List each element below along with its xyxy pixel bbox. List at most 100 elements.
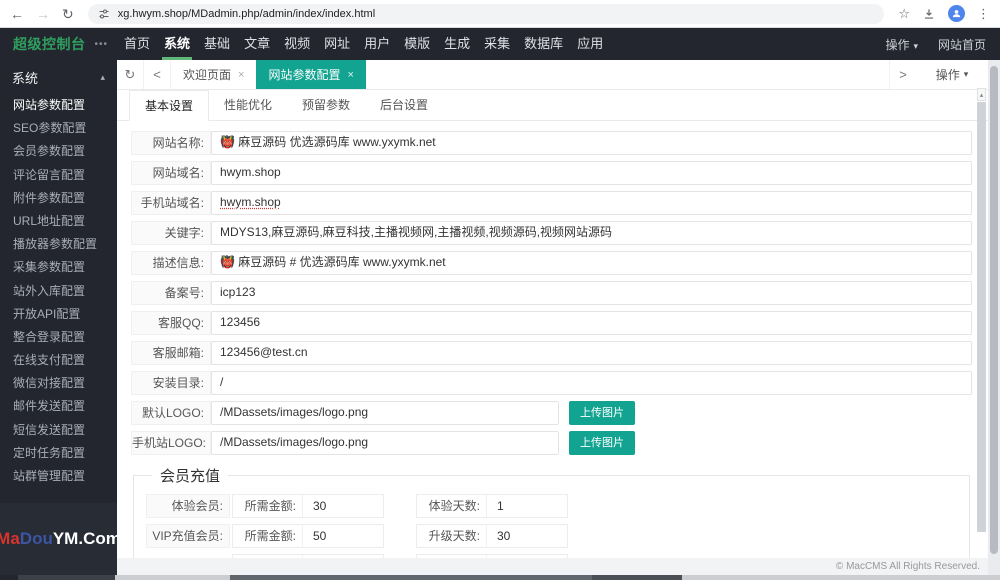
nav-item-website[interactable]: 网址 bbox=[317, 28, 357, 60]
description-input[interactable]: 👹 麻豆源码 # 优选源码库 www.yxymk.net bbox=[211, 251, 972, 275]
subtab-backend-settings[interactable]: 后台设置 bbox=[365, 90, 443, 120]
mobile-logo-input[interactable]: /MDassets/images/logo.png bbox=[211, 431, 559, 455]
icp-number-input[interactable]: icp123 bbox=[211, 281, 972, 305]
days-input[interactable]: 1 bbox=[487, 495, 567, 517]
amount-field: 所需金额: 30 bbox=[232, 494, 384, 518]
scroll-up-icon[interactable]: ▴ bbox=[977, 88, 986, 101]
sidebar-item-open-api-config[interactable]: 开放API配置 bbox=[0, 303, 117, 326]
download-icon[interactable] bbox=[922, 7, 936, 21]
amount-input[interactable]: 50 bbox=[303, 525, 383, 547]
sidebar-item-seo-params[interactable]: SEO参数配置 bbox=[0, 117, 117, 140]
nav-item-generate[interactable]: 生成 bbox=[437, 28, 477, 60]
nav-item-system[interactable]: 系统 bbox=[157, 28, 197, 60]
scrollbar-thumb[interactable] bbox=[18, 575, 115, 580]
sidebar-item-wechat-config[interactable]: 微信对接配置 bbox=[0, 372, 117, 395]
chevron-right-icon[interactable]: > bbox=[889, 60, 916, 89]
nav-item-database[interactable]: 数据库 bbox=[517, 28, 570, 60]
scrollbar-thumb[interactable] bbox=[990, 66, 998, 554]
close-icon[interactable]: × bbox=[347, 69, 353, 81]
form-row: 描述信息: 👹 麻豆源码 # 优选源码库 www.yxymk.net bbox=[131, 251, 972, 275]
sidebar-item-email-config[interactable]: 邮件发送配置 bbox=[0, 395, 117, 418]
nav-item-app[interactable]: 应用 bbox=[570, 28, 610, 60]
browser-menu-icon[interactable]: ⋮ bbox=[977, 7, 990, 20]
install-dir-input[interactable]: / bbox=[211, 371, 972, 395]
nav-item-video[interactable]: 视频 bbox=[277, 28, 317, 60]
sidebar-group-label: 系统 bbox=[12, 70, 39, 86]
tab-strip: ↻ < 欢迎页面 × 网站参数配置 × > 操作 ▾ bbox=[117, 60, 988, 90]
sidebar-menu: 网站参数配置 SEO参数配置 会员参数配置 评论留言配置 附件参数配置 URL地… bbox=[0, 94, 117, 488]
tab-site-params[interactable]: 网站参数配置 × bbox=[256, 60, 366, 89]
profile-avatar-icon[interactable] bbox=[948, 5, 965, 22]
field-label: 客服QQ: bbox=[131, 311, 211, 335]
sidebar-item-payment-config[interactable]: 在线支付配置 bbox=[0, 349, 117, 372]
sidebar-item-member-params[interactable]: 会员参数配置 bbox=[0, 140, 117, 163]
nav-item-home[interactable]: 首页 bbox=[117, 28, 157, 60]
form-row: 备案号: icp123 bbox=[131, 281, 972, 305]
header-action-dropdown[interactable]: 操作 ▾ bbox=[885, 36, 918, 53]
nav-item-basic[interactable]: 基础 bbox=[197, 28, 237, 60]
mobile-domain-value: hwym.shop bbox=[220, 195, 281, 209]
subtab-reserved-params[interactable]: 预留参数 bbox=[287, 90, 365, 120]
sidebar-item-player-config[interactable]: 播放器参数配置 bbox=[0, 233, 117, 256]
refresh-tab-icon[interactable]: ↻ bbox=[117, 60, 144, 89]
nav-item-article[interactable]: 文章 bbox=[237, 28, 277, 60]
browser-scrollbar[interactable] bbox=[988, 60, 1000, 575]
logo-part-red: Ma bbox=[0, 529, 20, 548]
sidebar-item-sitegroup-config[interactable]: 站群管理配置 bbox=[0, 465, 117, 488]
chevron-left-icon[interactable]: < bbox=[144, 60, 171, 89]
service-email-input[interactable]: 123456@test.cn bbox=[211, 341, 972, 365]
close-icon[interactable]: × bbox=[238, 69, 244, 81]
site-home-link[interactable]: 网站首页 bbox=[938, 36, 986, 53]
subtab-basic-settings[interactable]: 基本设置 bbox=[129, 90, 210, 121]
site-info-icon[interactable] bbox=[98, 8, 110, 20]
amount-field: 所需金额: 50 bbox=[232, 524, 384, 548]
sidebar-item-external-store-config[interactable]: 站外入库配置 bbox=[0, 280, 117, 303]
sidebar-item-url-config[interactable]: URL地址配置 bbox=[0, 210, 117, 233]
bookmark-star-icon[interactable]: ☆ bbox=[898, 7, 910, 20]
sidebar-item-oauth-config[interactable]: 整合登录配置 bbox=[0, 326, 117, 349]
content-scrollbar[interactable]: ▴ bbox=[977, 88, 986, 532]
sidebar-item-cron-config[interactable]: 定时任务配置 bbox=[0, 442, 117, 465]
caret-up-icon: ▴ bbox=[100, 71, 105, 82]
tab-welcome[interactable]: 欢迎页面 × bbox=[171, 60, 256, 89]
back-icon[interactable]: ← bbox=[10, 7, 24, 21]
admin-header: 超级控制台 ••• 首页 系统 基础 文章 视频 网址 用户 模版 生成 采集 … bbox=[0, 28, 1000, 60]
site-name-input[interactable]: 👹 麻豆源码 优选源码库 www.yxymk.net bbox=[211, 131, 972, 155]
sidebar-group-system[interactable]: 系统 ▴ bbox=[0, 60, 117, 94]
service-qq-input[interactable]: 123456 bbox=[211, 311, 972, 335]
form-row: 客服邮箱: 123456@test.cn bbox=[131, 341, 972, 365]
field-label: 客服邮箱: bbox=[131, 341, 211, 365]
console-brand[interactable]: 超级控制台 bbox=[0, 34, 95, 54]
reload-icon[interactable]: ↻ bbox=[62, 7, 74, 21]
days-input[interactable]: 30 bbox=[487, 525, 567, 547]
default-logo-input[interactable]: /MDassets/images/logo.png bbox=[211, 401, 559, 425]
scrollbar-thumb[interactable] bbox=[592, 575, 682, 580]
keywords-input[interactable]: MDYS13,麻豆源码,麻豆科技,主播视频网,主播视频,视频源码,视频网站源码 bbox=[211, 221, 972, 245]
horizontal-scrollbar[interactable] bbox=[0, 575, 1000, 580]
nav-item-user[interactable]: 用户 bbox=[357, 28, 397, 60]
nav-item-collect[interactable]: 采集 bbox=[477, 28, 517, 60]
tab-action-dropdown[interactable]: 操作 ▾ bbox=[916, 60, 988, 89]
madou-logo: Ma Dou YM.Com bbox=[0, 503, 121, 575]
sidebar-item-comment-config[interactable]: 评论留言配置 bbox=[0, 164, 117, 187]
tab-label: 欢迎页面 bbox=[183, 68, 232, 82]
field-label: 网站域名: bbox=[131, 161, 211, 185]
scrollbar-thumb[interactable] bbox=[977, 102, 986, 532]
subtab-performance[interactable]: 性能优化 bbox=[209, 90, 287, 120]
sidebar-item-sms-config[interactable]: 短信发送配置 bbox=[0, 419, 117, 442]
amount-input[interactable]: 30 bbox=[303, 495, 383, 517]
mobile-domain-input[interactable]: hwym.shop bbox=[211, 191, 972, 215]
site-domain-input[interactable]: hwym.shop bbox=[211, 161, 972, 185]
upload-image-button[interactable]: 上传图片 bbox=[569, 431, 635, 455]
address-bar[interactable]: xg.hwym.shop/MDadmin.php/admin/index/ind… bbox=[87, 3, 885, 24]
sidebar-item-site-params[interactable]: 网站参数配置 bbox=[0, 94, 117, 117]
scrollbar-thumb[interactable] bbox=[230, 575, 592, 580]
forward-icon[interactable]: → bbox=[36, 7, 50, 21]
sidebar-item-collect-config[interactable]: 采集参数配置 bbox=[0, 256, 117, 279]
tab-label: 网站参数配置 bbox=[268, 68, 341, 82]
more-dots-icon[interactable]: ••• bbox=[95, 39, 109, 50]
nav-item-template[interactable]: 模版 bbox=[397, 28, 437, 60]
form-row: 默认LOGO: /MDassets/images/logo.png 上传图片 bbox=[131, 401, 972, 425]
upload-image-button[interactable]: 上传图片 bbox=[569, 401, 635, 425]
sidebar-item-attachment-config[interactable]: 附件参数配置 bbox=[0, 187, 117, 210]
